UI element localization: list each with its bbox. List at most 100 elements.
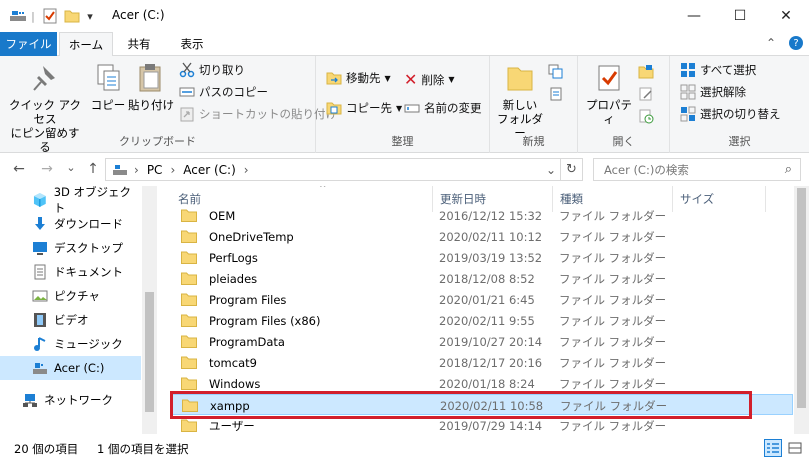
maximize-button[interactable]: ☐ [717,0,763,32]
file-list-scrollbar-thumb[interactable] [797,188,806,408]
address-dropdown-button[interactable]: ⌄ [546,163,556,177]
select-none-button[interactable]: 選択解除 [680,84,746,100]
folder-icon [181,419,197,432]
organize-group-label: 整理 [391,135,414,148]
details-view-button[interactable] [764,439,782,457]
video-icon [34,313,46,327]
sort-ascending-icon: ^ [319,186,327,194]
clipboard-group: クイック アクセス にピン留めする コピー 貼り付け 切り取り パスのコピー シ… [0,56,337,154]
qa-separator: | [31,9,35,23]
pin-label-1: クイック アクセス [8,98,82,126]
network-icon [23,394,37,407]
status-bar: 20 個の項目 1 個の項目を選択 [0,434,809,460]
file-name-cell: PerfLogs [181,247,258,268]
paste-icon [139,64,161,92]
table-row[interactable]: OneDriveTemp 2020/02/11 10:12 ファイル フォルダー [171,226,793,247]
rename-label: 名前の変更 [424,101,482,115]
properties-icon [598,65,620,91]
table-row[interactable]: PerfLogs 2019/03/19 13:52 ファイル フォルダー [171,247,793,268]
highlight-annotation [170,391,752,419]
refresh-button[interactable]: ↻ [560,159,582,180]
table-row[interactable]: Program Files (x86) 2020/02/11 9:55 ファイル フ… [171,310,793,331]
minimize-button[interactable]: — [671,0,717,32]
nav-item-network[interactable]: ネットワーク [0,388,141,412]
file-name: ユーザー [209,418,255,433]
nav-item-videos[interactable]: ビデオ [0,308,141,332]
file-list-scrollbar[interactable] [794,186,809,434]
collapse-ribbon-icon[interactable]: ⌃ [766,36,776,50]
breadcrumb-separator: › [170,162,176,177]
nav-item-3d-objects[interactable]: 3D オブジェクト [0,185,141,215]
folder-icon [181,356,197,369]
up-button[interactable]: ↑ [84,161,102,177]
properties-icon[interactable] [42,8,58,24]
breadcrumb-separator: › [243,162,249,177]
tab-file[interactable]: ファイル [0,32,57,56]
invert-selection-button[interactable]: 選択の切り替え [680,106,781,122]
table-row[interactable]: OEM 2016/12/12 15:32 ファイル フォルダー [171,205,793,226]
move-to-button[interactable]: 移動先 ▼ [326,70,391,86]
tab-view[interactable]: 表示 [166,32,218,56]
open-folder-icon [638,65,654,79]
ribbon: クイック アクセス にピン留めする コピー 貼り付け 切り取り パスのコピー シ… [0,56,809,154]
breadcrumb-pc[interactable]: PC [147,163,163,177]
nav-item-documents[interactable]: ドキュメント [0,260,141,284]
table-row[interactable]: Program Files 2020/01/21 6:45 ファイル フォルダー [171,289,793,310]
select-all-button[interactable]: すべて選択 [680,62,756,78]
address-bar[interactable]: › PC › Acer (C:) › ⌄ ↻ [105,158,583,181]
new-folder-button[interactable]: 新しい フォルダー [496,62,544,140]
search-input[interactable]: Acer (C:)の検索 ⌕ [593,158,801,181]
copy-path-button[interactable]: パスのコピー [179,84,268,100]
easy-access-button[interactable] [548,86,568,102]
table-row[interactable]: ProgramData 2019/10/27 20:14 ファイル フォルダー [171,331,793,352]
file-type-cell: ファイル フォルダー [559,271,667,286]
file-name-cell: pleiades [181,268,257,289]
nav-item-label: デスクトップ [54,241,123,255]
organize-group: 移動先 ▼ ✕ 削除 ▼ コピー先 ▼ 名前の変更 整理 [316,56,490,153]
new-item-button[interactable] [548,64,568,80]
nav-pane-scrollbar-thumb[interactable] [145,292,154,412]
drive-icon [8,8,28,24]
back-button[interactable]: ← [10,161,28,177]
paste-shortcut-button[interactable]: ショートカットの貼り付け [179,106,337,122]
nav-item-desktop[interactable]: デスクトップ [0,236,141,260]
nav-item-acer-c[interactable]: Acer (C:) [0,356,141,380]
folder-icon [181,314,197,327]
delete-button[interactable]: ✕ 削除 ▼ [404,70,455,89]
tab-share[interactable]: 共有 [115,32,163,56]
history-button[interactable] [638,108,658,124]
invert-selection-label: 選択の切り替え [700,107,781,121]
copy-button[interactable]: コピー [90,62,126,112]
rename-button[interactable]: 名前の変更 [404,100,482,116]
history-icon [639,109,654,124]
tab-home[interactable]: ホーム [59,32,113,57]
help-icon[interactable]: ? [789,36,803,50]
table-row[interactable]: pleiades 2018/12/08 8:52 ファイル フォルダー [171,268,793,289]
paste-button[interactable]: 貼り付け [128,62,174,112]
open-group-label: 開く [612,135,635,148]
nav-pane-scrollbar[interactable] [142,186,157,434]
breadcrumb-drive[interactable]: Acer (C:) [183,163,236,177]
file-name-cell: OneDriveTemp [181,226,294,247]
select-all-icon [681,63,695,77]
table-row[interactable]: tomcat9 2018/12/17 20:16 ファイル フォルダー [171,352,793,373]
paste-label: 貼り付け [128,98,174,112]
rename-icon [404,104,420,113]
recent-locations-button[interactable]: ⌄ [62,161,80,174]
nav-item-pictures[interactable]: ピクチャ [0,284,141,308]
forward-button[interactable]: → [38,161,56,177]
nav-item-downloads[interactable]: ダウンロード [0,212,141,236]
new-folder-icon[interactable] [64,8,80,24]
copy-to-button[interactable]: コピー先 ▼ [326,100,402,116]
edit-button[interactable] [638,86,658,102]
cut-button[interactable]: 切り取り [179,62,245,78]
properties-button[interactable]: プロパティ [584,62,634,126]
nav-item-music[interactable]: ミュージック [0,332,141,356]
select-none-label: 選択解除 [700,85,746,99]
large-icons-view-button[interactable] [786,439,804,457]
open-button[interactable] [638,64,658,80]
drive-icon [113,164,127,175]
quick-access-dropdown[interactable]: ▾ [84,8,96,24]
file-modified-cell: 2019/10/27 20:14 [439,334,543,349]
close-button[interactable]: ✕ [763,0,809,32]
